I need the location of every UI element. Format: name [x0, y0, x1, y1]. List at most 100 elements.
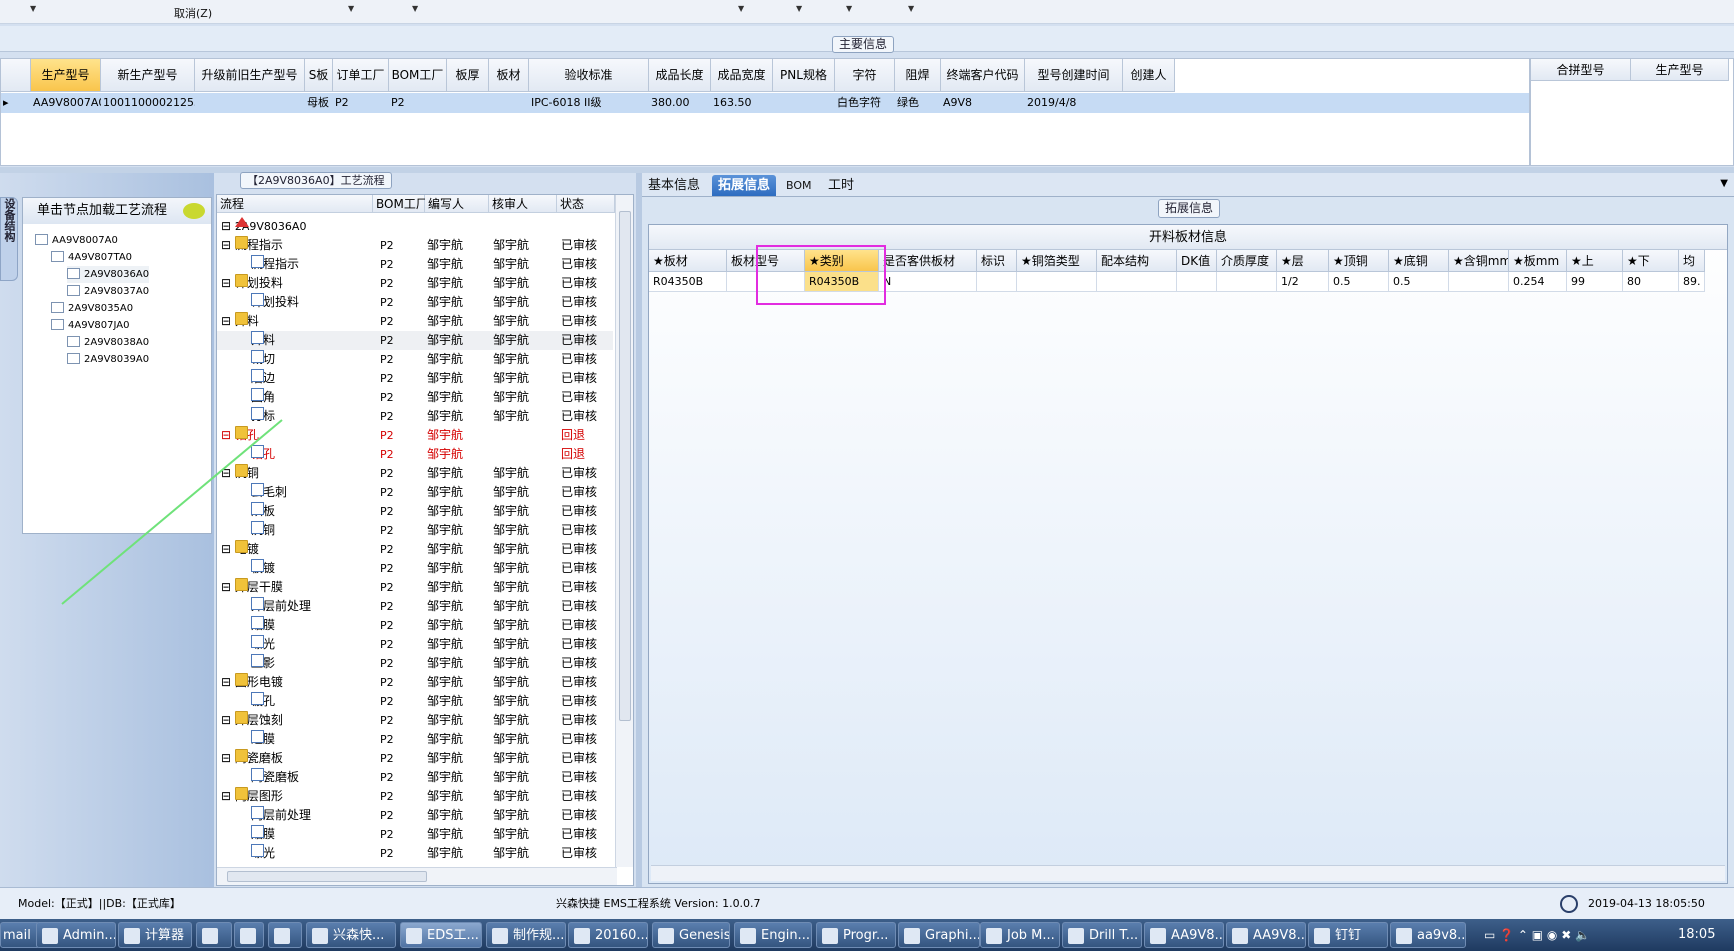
- main-cell[interactable]: 10011000021253: [101, 93, 195, 113]
- process-row[interactable]: 退膜P2邹宇航邹宇航已审核: [217, 730, 613, 749]
- tree-node[interactable]: 2A9V8036A0: [67, 266, 150, 283]
- material-col-header[interactable]: 均: [1679, 250, 1705, 272]
- process-row[interactable]: 贴膜P2邹宇航邹宇航已审核: [217, 825, 613, 844]
- material-cell[interactable]: 89.: [1679, 272, 1705, 292]
- collapse-icon[interactable]: ⊟: [221, 276, 235, 290]
- process-row[interactable]: 显影P2邹宇航邹宇航已审核: [217, 654, 613, 673]
- main-cell[interactable]: 白色字符: [835, 93, 895, 113]
- collapse-icon[interactable]: ⊟: [221, 428, 235, 442]
- material-col-header[interactable]: 是否客供板材: [879, 250, 977, 272]
- collapse-icon[interactable]: ⊟: [221, 542, 235, 556]
- taskbar-button[interactable]: 制作规...: [486, 922, 566, 948]
- material-col-header[interactable]: ★上: [1567, 250, 1623, 272]
- process-row[interactable]: 烘板P2邹宇航邹宇航已审核: [217, 502, 613, 521]
- collapse-icon[interactable]: ⊟: [221, 713, 235, 727]
- tree-node[interactable]: 2A9V8039A0: [67, 351, 149, 368]
- process-row[interactable]: ⊟ 外层干膜 P2 邹宇航 邹宇航 已审核: [217, 578, 613, 597]
- tree-node[interactable]: 4A9V807JA0: [51, 317, 129, 334]
- taskbar-button[interactable]: Progr...: [816, 922, 896, 948]
- taskbar-button[interactable]: EDS工...: [400, 922, 482, 948]
- taskbar-button[interactable]: [268, 922, 302, 948]
- process-row[interactable]: 磨边P2邹宇航邹宇航已审核: [217, 369, 613, 388]
- material-cell[interactable]: 1/2: [1277, 272, 1329, 292]
- process-row[interactable]: ⊟ 图形电镀 P2 邹宇航 邹宇航 已审核: [217, 673, 613, 692]
- material-cell[interactable]: [1017, 272, 1097, 292]
- material-horizontal-scrollbar[interactable]: [651, 865, 1725, 881]
- material-col-header[interactable]: ★板mm: [1509, 250, 1567, 272]
- taskbar-button[interactable]: Genesis: [652, 922, 730, 948]
- main-col-header[interactable]: 阻焊: [895, 59, 941, 92]
- main-cell[interactable]: 2019/4/8: [1025, 93, 1123, 113]
- main-col-header[interactable]: 验收标准: [529, 59, 649, 92]
- process-row[interactable]: 内层前处理 P2 邹宇航 邹宇航 已审核: [217, 806, 613, 825]
- main-cell[interactable]: [489, 93, 529, 113]
- taskbar-button[interactable]: Graphi...: [898, 922, 980, 948]
- main-grid-row[interactable]: ▸ AA9V8007A0 10011000021253 母板 P2 P2 IPC-6018 …: [1, 93, 1529, 113]
- main-col-header[interactable]: 新生产型号: [101, 59, 195, 92]
- dropdown-arrow-icon[interactable]: ▼: [738, 4, 744, 13]
- process-row[interactable]: 裁切P2邹宇航邹宇航已审核: [217, 350, 613, 369]
- main-col-header[interactable]: PNL规格: [773, 59, 835, 92]
- main-col-header[interactable]: 板厚: [447, 59, 489, 92]
- collapse-icon[interactable]: ⊟: [221, 314, 235, 328]
- process-col-header[interactable]: 编写人: [425, 195, 489, 213]
- main-cell[interactable]: IPC-6018 II级: [529, 93, 649, 113]
- process-row[interactable]: 曝光P2邹宇航邹宇航已审核: [217, 635, 613, 654]
- taskbar-button[interactable]: AA9V8...: [1226, 922, 1306, 948]
- tree-node[interactable]: 4A9V807TA0: [51, 249, 132, 266]
- process-row[interactable]: 镀孔P2邹宇航邹宇航已审核: [217, 692, 613, 711]
- dropdown-arrow-icon[interactable]: ▼: [412, 4, 418, 13]
- process-vertical-scrollbar[interactable]: [615, 195, 633, 867]
- process-row[interactable]: 流程指示 P2 邹宇航 邹宇航 已审核: [217, 255, 613, 274]
- dropdown-arrow-icon[interactable]: ▼: [30, 4, 36, 13]
- taskbar-button[interactable]: 钉钉: [1308, 922, 1388, 948]
- tray-icons[interactable]: ▭ ❓ ⌃ ▣ ◉ ✖ 🔈: [1484, 919, 1590, 951]
- main-col-header[interactable]: 板材: [489, 59, 529, 92]
- main-col-header[interactable]: 字符: [835, 59, 895, 92]
- material-cell[interactable]: 0.5: [1389, 272, 1449, 292]
- taskbar-button[interactable]: [196, 922, 232, 948]
- process-row[interactable]: ⊟ 计划投料 P2 邹宇航 邹宇航 已审核: [217, 274, 613, 293]
- dropdown-arrow-icon[interactable]: ▼: [908, 4, 914, 13]
- process-row[interactable]: 计划投料 P2 邹宇航 邹宇航 已审核: [217, 293, 613, 312]
- main-col-header[interactable]: 成品长度: [649, 59, 711, 92]
- taskbar-button[interactable]: mail: [0, 922, 40, 948]
- material-col-header[interactable]: ★底铜: [1389, 250, 1449, 272]
- process-col-header[interactable]: 核审人: [489, 195, 557, 213]
- tab-extended-info[interactable]: 拓展信息: [712, 175, 777, 196]
- material-col-header[interactable]: ★含铜mm: [1449, 250, 1509, 272]
- process-row[interactable]: ⊟ 流程指示 P2 邹宇航 邹宇航 已审核: [217, 236, 613, 255]
- taskbar-button[interactable]: Admin...: [36, 922, 116, 948]
- material-cell[interactable]: [1449, 272, 1509, 292]
- process-row[interactable]: ⊟ 开料P2邹宇航邹宇航已审核: [217, 312, 613, 331]
- material-cell[interactable]: [1097, 272, 1177, 292]
- process-row[interactable]: ⊟ 电镀P2邹宇航邹宇航已审核: [217, 540, 613, 559]
- main-cell[interactable]: A9V8: [941, 93, 1025, 113]
- process-row[interactable]: ⊟ 外层蚀刻 P2 邹宇航 邹宇航 已审核: [217, 711, 613, 730]
- material-cell[interactable]: [977, 272, 1017, 292]
- material-cell[interactable]: 80: [1623, 272, 1679, 292]
- main-col-header[interactable]: 终端客户代码: [941, 59, 1025, 92]
- tree-node[interactable]: 2A9V8037A0: [67, 283, 149, 300]
- material-col-header[interactable]: 配本结构: [1097, 250, 1177, 272]
- process-row[interactable]: 开料P2邹宇航邹宇航已审核: [217, 331, 613, 350]
- tree-node[interactable]: 2A9V8038A0: [67, 334, 149, 351]
- main-cell[interactable]: AA9V8007A0: [31, 93, 101, 113]
- tab-work-hours[interactable]: 工时: [822, 175, 860, 196]
- main-col-header[interactable]: 升级前旧生产型号: [195, 59, 305, 92]
- tab-bom[interactable]: BOM: [780, 175, 818, 196]
- main-col-header[interactable]: 型号创建时间: [1025, 59, 1123, 92]
- main-cell[interactable]: [195, 93, 305, 113]
- material-cell[interactable]: [1217, 272, 1277, 292]
- dropdown-arrow-icon[interactable]: ▼: [846, 4, 852, 13]
- material-cell[interactable]: R04350B: [649, 272, 727, 292]
- main-cell[interactable]: [1123, 93, 1175, 113]
- taskbar-button[interactable]: 计算器: [118, 922, 192, 948]
- process-row[interactable]: 圆角P2邹宇航邹宇航已审核: [217, 388, 613, 407]
- main-col-header[interactable]: 创建人: [1123, 59, 1175, 92]
- process-row[interactable]: 去毛刺 P2 邹宇航 邹宇航 已审核: [217, 483, 613, 502]
- process-row[interactable]: 陶瓷磨板 P2 邹宇航 邹宇航 已审核: [217, 768, 613, 787]
- main-cell[interactable]: P2: [333, 93, 389, 113]
- process-row[interactable]: 贴膜P2邹宇航邹宇航已审核: [217, 616, 613, 635]
- tree-node[interactable]: AA9V8007A0: [35, 232, 118, 249]
